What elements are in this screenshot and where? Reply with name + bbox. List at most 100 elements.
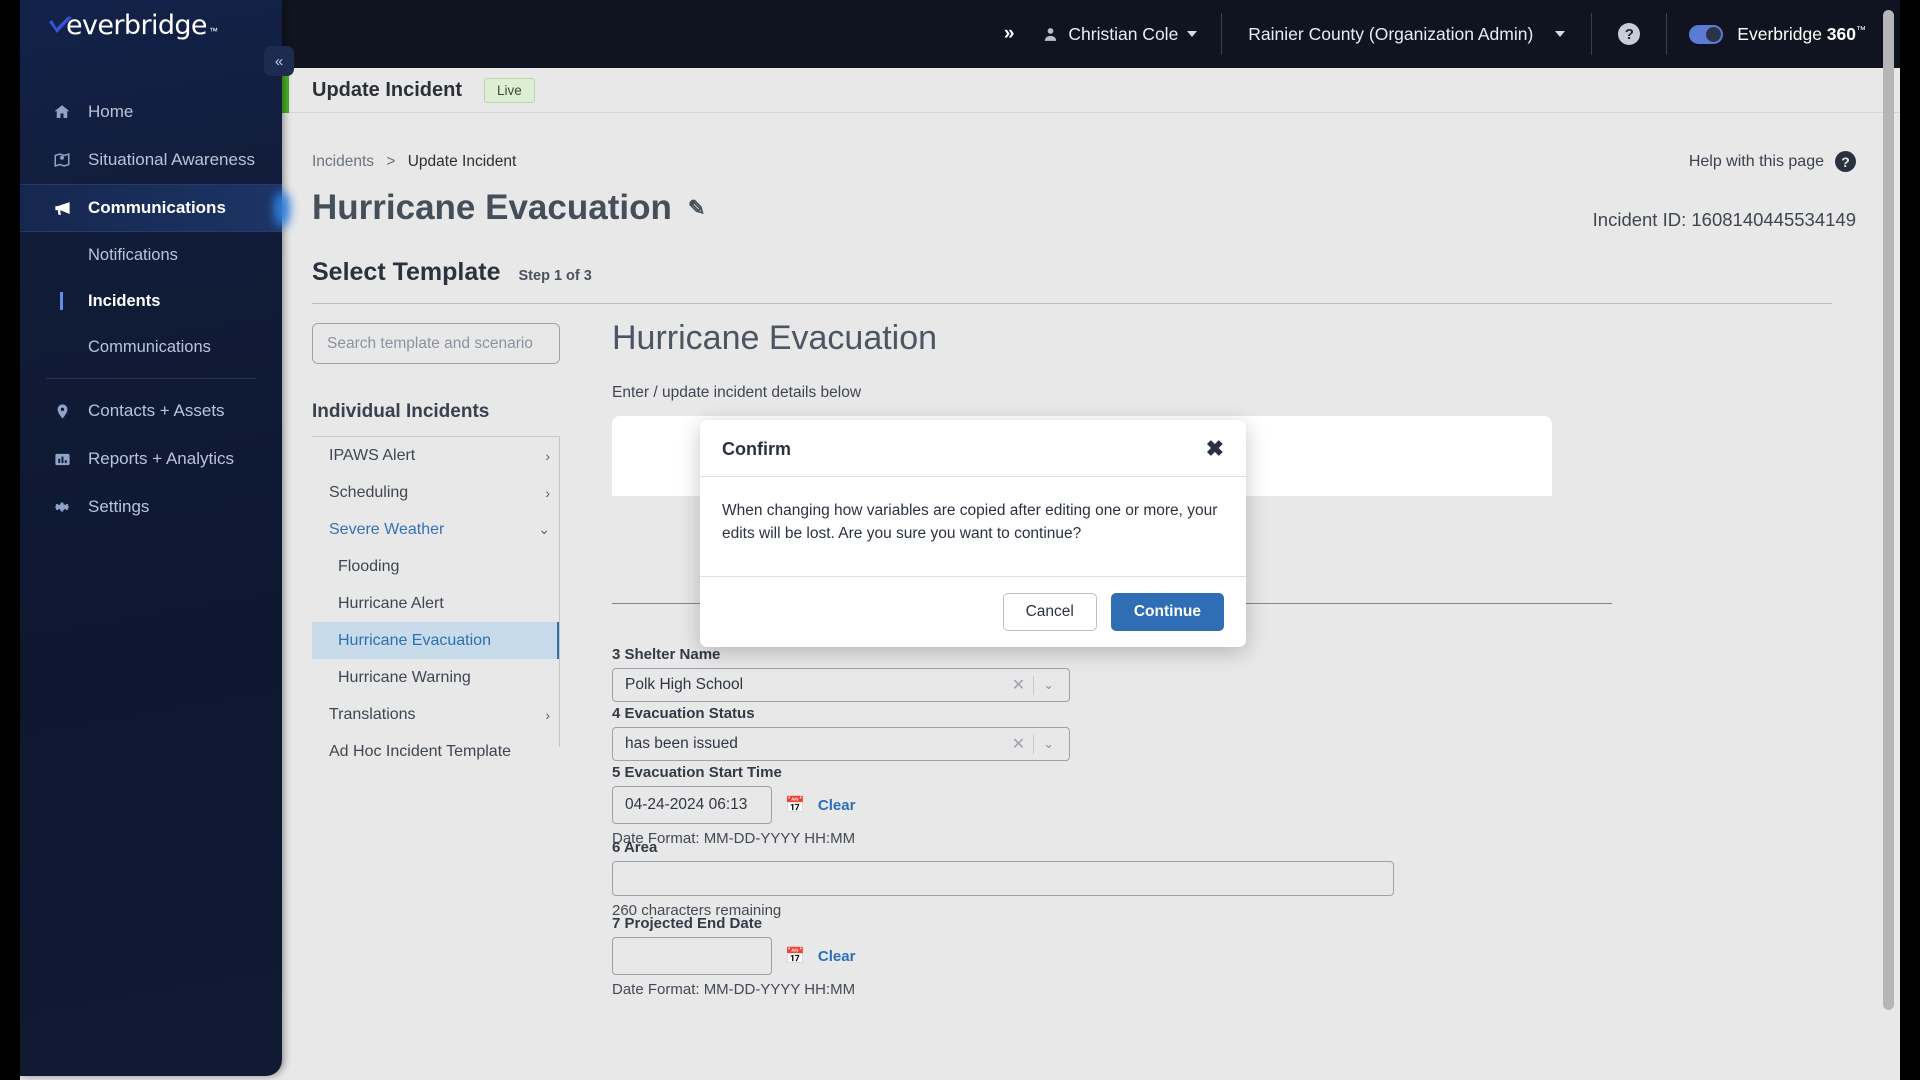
clear-link[interactable]: Clear <box>818 948 856 965</box>
breadcrumb: Incidents > Update Incident <box>312 153 516 171</box>
x-icon[interactable]: ✕ <box>1004 675 1033 695</box>
tree-item-flooding[interactable]: Flooding <box>312 548 560 585</box>
top-navigation-bar: » Christian Cole Rainier County (Organiz… <box>20 0 1900 68</box>
tree-group-scheduling[interactable]: Scheduling › <box>312 474 560 511</box>
field-evacuation-start-time: 5 Evacuation Start Time 04-24-2024 06:13… <box>612 764 855 847</box>
x-icon[interactable]: ✕ <box>1004 734 1033 754</box>
tree-item-hurricane-warning[interactable]: Hurricane Warning <box>312 659 560 696</box>
template-tree: IPAWS Alert › Scheduling › Severe Weathe… <box>312 436 560 770</box>
field-area: 6 Area 260 characters remaining <box>612 839 1394 919</box>
organization-label: Rainier County (Organization Admin) <box>1248 23 1534 44</box>
person-icon <box>1045 27 1057 41</box>
evacuation-start-time-input[interactable]: 04-24-2024 06:13 <box>612 786 772 824</box>
brand-360: 360 <box>1826 23 1856 44</box>
logo-wordmark: everbridge <box>66 10 208 41</box>
sidebar-item-contacts-assets[interactable]: Contacts + Assets <box>20 387 282 435</box>
help-button[interactable]: ? <box>1592 23 1666 45</box>
field-value: has been issued <box>625 735 738 752</box>
area-textarea[interactable] <box>612 861 1394 896</box>
field-label: 4 Evacuation Status <box>612 705 755 722</box>
sidebar-divider <box>46 378 256 379</box>
megaphone-icon <box>52 199 72 218</box>
double-chevron-right-icon[interactable]: » <box>1004 23 1014 45</box>
everbridge-360-toggle[interactable]: Everbridge 360™ <box>1667 24 1900 45</box>
incident-name: Hurricane Evacuation <box>312 188 672 227</box>
page-header-bar: Update Incident Live <box>282 68 1900 113</box>
sidebar-item-situational-awareness[interactable]: Situational Awareness <box>20 136 282 184</box>
user-name-label: Christian Cole <box>1068 23 1179 44</box>
sidebar-item-label: Home <box>88 102 134 121</box>
dialog-footer: Cancel Continue <box>700 577 1246 647</box>
left-sidebar: everbridge ™ « Home Situational Awarenes… <box>20 0 294 1076</box>
incident-id-label: Incident ID: 1608140445534149 <box>1592 209 1856 230</box>
sidebar-subitem-notifications[interactable]: Notifications <box>20 232 282 278</box>
calendar-icon[interactable]: 📅 <box>785 946 805 966</box>
clear-link[interactable]: Clear <box>818 797 856 814</box>
incident-title: Hurricane Evacuation ✎ <box>312 188 705 228</box>
detail-panel-subtitle: Enter / update incident details below <box>612 384 862 401</box>
tree-group-ipaws-alert[interactable]: IPAWS Alert › <box>312 437 560 474</box>
pencil-icon[interactable]: ✎ <box>688 196 706 221</box>
tree-item-ad-hoc-incident-template[interactable]: Ad Hoc Incident Template <box>312 733 560 770</box>
scrollbar-thumb[interactable] <box>1883 10 1894 1010</box>
chevron-down-icon <box>1187 31 1198 37</box>
trademark-mark: ™ <box>1856 24 1866 36</box>
breadcrumb-current: Update Incident <box>407 153 517 170</box>
field-value: 04-24-2024 06:13 <box>625 796 748 813</box>
everbridge-checkmark-icon <box>48 14 74 34</box>
tree-item-label: IPAWS Alert <box>329 446 416 464</box>
field-value: Polk High School <box>625 676 744 693</box>
chevron-right-icon: › <box>545 706 550 723</box>
template-selector-panel: Individual Incidents IPAWS Alert › Sched… <box>312 323 560 770</box>
organization-selector[interactable]: Rainier County (Organization Admin) <box>1222 24 1591 45</box>
tree-item-hurricane-alert[interactable]: Hurricane Alert <box>312 585 560 622</box>
everbridge-logo[interactable]: everbridge ™ <box>48 10 218 41</box>
sidebar-item-label: Communications <box>88 198 226 217</box>
help-with-this-page-link[interactable]: Help with this page ? <box>1689 151 1856 172</box>
field-label: 7 Projected End Date <box>612 915 763 932</box>
close-x-icon[interactable]: ✖ <box>1206 438 1224 460</box>
step-heading: Select Template <box>312 258 501 286</box>
sidebar-item-settings[interactable]: Settings <box>20 483 282 531</box>
shelter-name-select[interactable]: Polk High School ✕ ⌄ <box>612 668 1070 702</box>
user-menu[interactable]: Christian Cole <box>1042 24 1221 45</box>
sidebar-item-communications[interactable]: Communications <box>20 184 282 232</box>
tree-item-hurricane-evacuation[interactable]: Hurricane Evacuation <box>312 622 560 659</box>
tree-group-severe-weather[interactable]: Severe Weather ⌄ <box>312 511 560 548</box>
sidebar-subitem-label: Notifications <box>88 245 178 264</box>
sidebar-subitem-communications[interactable]: Communications <box>20 324 282 370</box>
confirm-dialog: Confirm ✖ When changing how variables ar… <box>700 420 1246 647</box>
cancel-button[interactable]: Cancel <box>1002 592 1097 631</box>
sidebar-subitem-label: Incidents <box>88 291 161 310</box>
detail-panel-title: Hurricane Evacuation <box>612 319 938 357</box>
dialog-message: When changing how variables are copied a… <box>700 477 1246 577</box>
home-icon <box>52 103 72 121</box>
tree-item-label: Ad Hoc Incident Template <box>329 742 512 760</box>
tree-item-label: Hurricane Alert <box>338 594 444 612</box>
continue-button[interactable]: Continue <box>1110 592 1224 631</box>
toggle-switch[interactable] <box>1689 24 1724 44</box>
tree-group-translations[interactable]: Translations › <box>312 696 560 733</box>
evacuation-status-select[interactable]: has been issued ✕ ⌄ <box>612 727 1070 761</box>
sidebar-collapse-button[interactable]: « <box>264 46 294 76</box>
breadcrumb-parent-link[interactable]: Incidents <box>312 153 374 170</box>
chevron-right-icon: › <box>545 447 550 464</box>
map-pin-icon <box>52 151 72 169</box>
search-input[interactable] <box>312 323 560 364</box>
chevron-right-icon: › <box>545 484 550 501</box>
sidebar-item-home[interactable]: Home <box>20 88 282 136</box>
calendar-icon[interactable]: 📅 <box>785 795 805 815</box>
chevron-down-icon <box>1555 31 1566 37</box>
chevron-down-icon[interactable]: ⌄ <box>1034 677 1063 693</box>
question-mark-icon: ? <box>1618 23 1641 45</box>
chevron-down-icon: ⌄ <box>538 521 550 537</box>
sidebar-item-reports-analytics[interactable]: Reports + Analytics <box>20 435 282 483</box>
projected-end-date-input[interactable] <box>612 937 772 975</box>
location-pin-icon <box>52 403 72 420</box>
help-label: Help with this page <box>1688 152 1824 170</box>
vertical-scrollbar[interactable] <box>1883 10 1894 1012</box>
sidebar-subitem-incidents[interactable]: Incidents <box>20 278 282 324</box>
sidebar-item-label: Situational Awareness <box>88 150 255 169</box>
datetime-row: 04-24-2024 06:13 📅 Clear <box>612 786 855 824</box>
chevron-down-icon[interactable]: ⌄ <box>1034 736 1063 752</box>
